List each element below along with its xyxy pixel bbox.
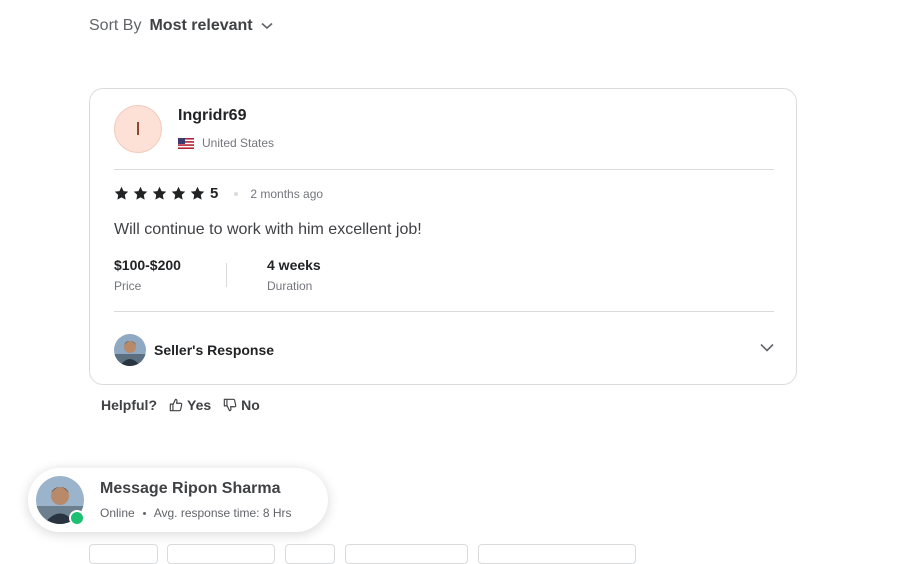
us-flag-icon [178, 137, 194, 149]
reviewer-name: Ingridr69 [178, 107, 247, 124]
sort-label: Sort By [89, 17, 142, 34]
dot-separator [142, 511, 146, 515]
star-icon [171, 186, 186, 200]
thumbs-down-icon [223, 398, 237, 412]
duration-value: 4 weeks [267, 257, 321, 273]
divider [114, 311, 774, 312]
seller-response-label: Seller's Response [154, 342, 275, 358]
review-text: Will continue to work with him excellent… [114, 221, 422, 238]
price-block: $100-$200 Price [114, 257, 181, 293]
thumbs-up-icon [169, 398, 183, 412]
meta-divider [226, 263, 227, 287]
reviewer-avatar: I [114, 105, 162, 153]
seller-avatar [114, 334, 146, 366]
message-status: Online Avg. response time: 8 Hrs [100, 506, 292, 520]
star-icon [114, 186, 129, 200]
star-icon [133, 186, 148, 200]
reviewer-initial: I [135, 118, 141, 139]
online-status-indicator [69, 510, 85, 526]
helpful-yes-button[interactable]: Yes [169, 397, 211, 413]
response-time: Avg. response time: 8 Hrs [153, 506, 292, 520]
duration-block: 4 weeks Duration [267, 257, 321, 293]
country-name: United States [202, 136, 275, 150]
price-value: $100-$200 [114, 257, 181, 273]
review-time: 2 months ago [250, 186, 324, 201]
helpful-row: Helpful? Yes No [101, 397, 272, 413]
filter-chip[interactable] [285, 544, 335, 564]
message-title: Message Ripon Sharma [100, 480, 281, 497]
seller-response-toggle[interactable]: Seller's Response [114, 333, 774, 367]
filter-chip[interactable] [89, 544, 158, 564]
chevron-down-icon [261, 22, 273, 30]
helpful-no-button[interactable]: No [223, 397, 260, 413]
rating-value: 5 [210, 185, 219, 202]
sort-bar: Sort By Most relevant [89, 17, 273, 35]
review-card: I Ingridr69 United States 5 2 months ago… [89, 88, 797, 385]
dot-separator [234, 191, 239, 196]
divider [114, 169, 774, 170]
sort-value: Most relevant [149, 17, 253, 34]
sort-dropdown[interactable]: Most relevant [149, 17, 273, 35]
rating-row: 5 2 months ago [114, 185, 323, 202]
chevron-down-icon [760, 343, 774, 352]
helpful-label: Helpful? [101, 397, 157, 413]
reviewer-country: United States [178, 136, 274, 150]
duration-label: Duration [267, 279, 313, 293]
filter-chip[interactable] [478, 544, 636, 564]
star-icon [190, 186, 205, 200]
filter-chip[interactable] [167, 544, 275, 564]
filter-chip[interactable] [345, 544, 468, 564]
price-label: Price [114, 279, 142, 293]
helpful-no-label: No [241, 397, 260, 413]
star-rating [114, 186, 209, 201]
helpful-yes-label: Yes [187, 397, 212, 413]
message-seller-button[interactable]: Message Ripon Sharma Online Avg. respons… [28, 468, 328, 532]
online-status: Online [100, 506, 135, 520]
star-icon [152, 186, 167, 200]
